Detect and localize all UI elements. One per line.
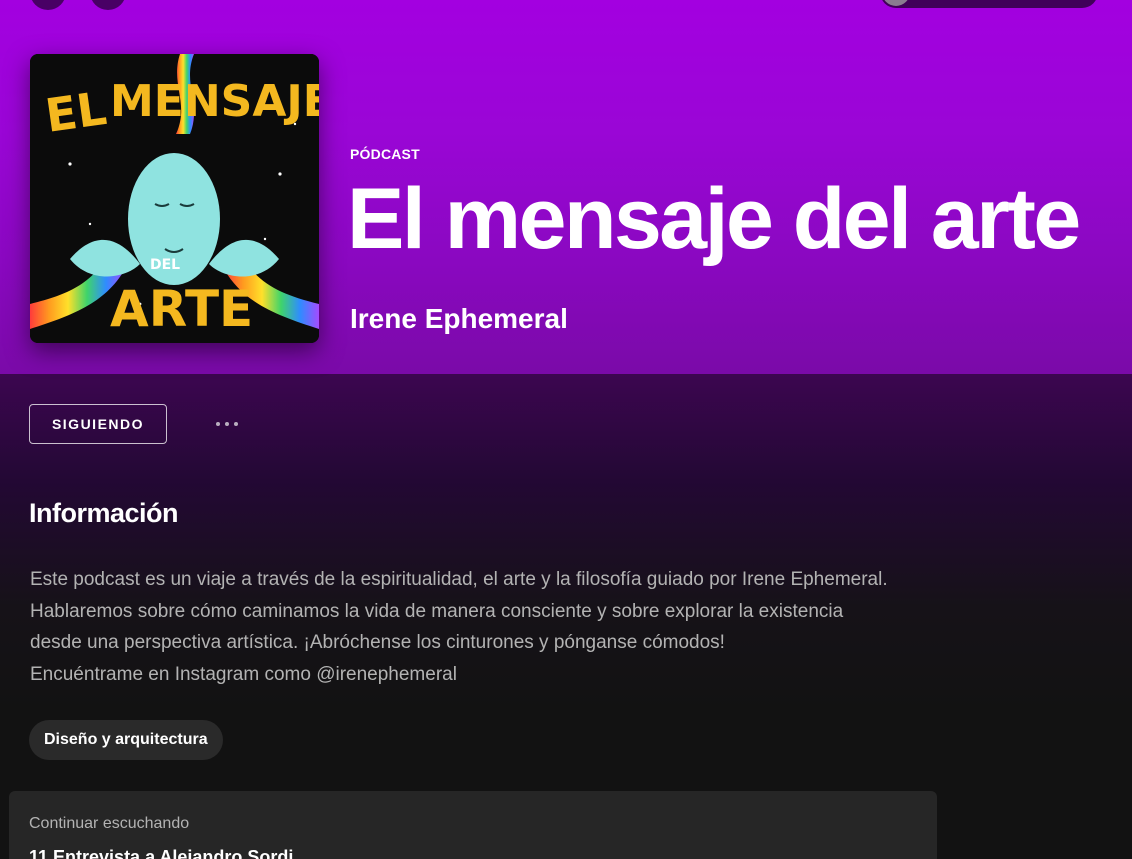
- author-name[interactable]: Irene Ephemeral: [350, 303, 568, 335]
- podcast-page: EL MENSAJE DEL ARTE PÓDCAST El mensaje d…: [0, 0, 1132, 859]
- podcast-cover-art: EL MENSAJE DEL ARTE: [30, 54, 319, 343]
- avatar: [882, 0, 910, 6]
- page-title: El mensaje del arte: [347, 171, 1081, 267]
- description-line: Encuéntrame en Instagram como @irenephem…: [30, 663, 457, 685]
- description-line: Este podcast es un viaje a través de la …: [30, 569, 888, 590]
- follow-button[interactable]: SIGUIENDO: [29, 404, 167, 444]
- category-tag[interactable]: Diseño y arquitectura: [29, 720, 223, 760]
- more-options-icon[interactable]: [204, 412, 250, 436]
- content-type-label: PÓDCAST: [350, 146, 420, 162]
- episode-title[interactable]: 11 Entrevista a Alejandro Sordi: [29, 847, 293, 859]
- svg-text:DEL: DEL: [150, 257, 180, 273]
- user-menu-button[interactable]: [880, 0, 1098, 8]
- continue-listening-label: Continuar escuchando: [29, 815, 190, 832]
- svg-text:ARTE: ARTE: [110, 280, 253, 338]
- description-line: desde una perspectiva artística. ¡Abróch…: [30, 632, 725, 653]
- about-heading: Información: [29, 498, 179, 528]
- continue-listening-card[interactable]: Continuar escuchando 11 Entrevista a Ale…: [9, 791, 937, 859]
- svg-text:MENSAJE: MENSAJE: [110, 76, 319, 127]
- svg-text:EL: EL: [42, 81, 110, 143]
- podcast-description: Este podcast es un viaje a través de la …: [30, 564, 950, 690]
- description-line: Hablaremos sobre cómo caminamos la vida …: [30, 600, 844, 622]
